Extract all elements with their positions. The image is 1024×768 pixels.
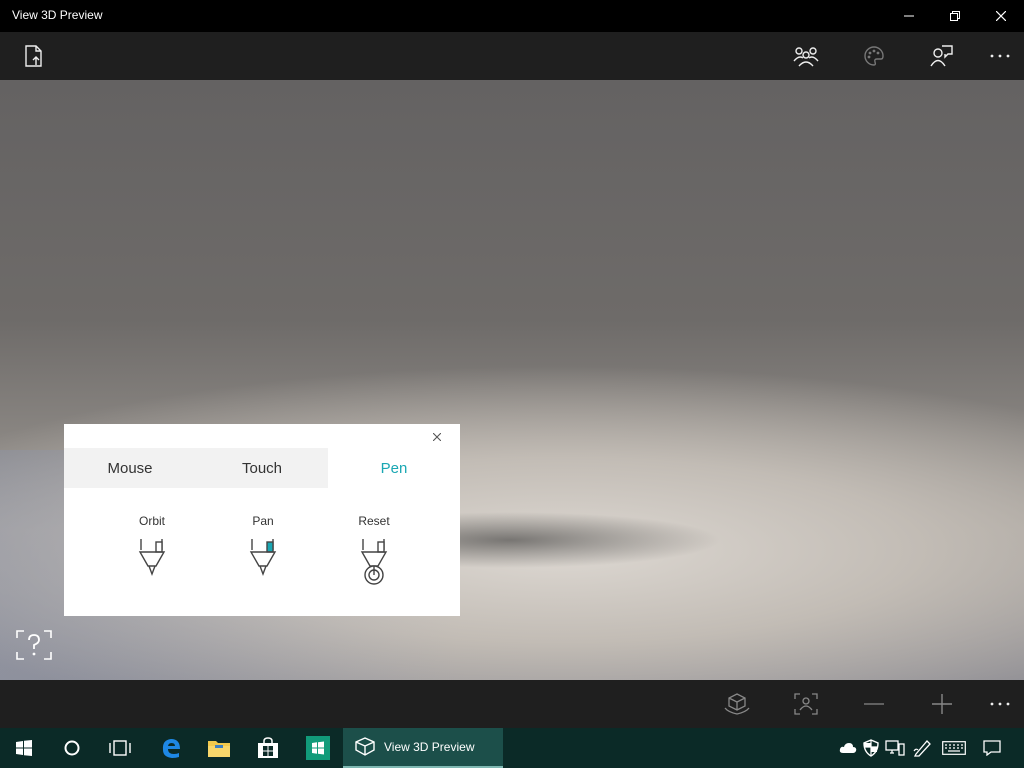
start-button[interactable] <box>0 728 48 768</box>
gesture-orbit: Orbit <box>112 514 192 578</box>
task-view-icon <box>109 740 131 756</box>
window-title: View 3D Preview <box>12 8 103 22</box>
file-explorer-button[interactable] <box>195 728 243 768</box>
bottom-more-button[interactable] <box>976 680 1024 728</box>
help-button[interactable] <box>16 630 52 660</box>
defender-tray[interactable] <box>861 728 881 768</box>
zoom-in-icon <box>932 694 952 714</box>
view3d-icon <box>355 737 375 756</box>
tab-touch[interactable]: Touch <box>196 448 328 488</box>
minimize-icon <box>904 15 914 17</box>
windows-app-button[interactable] <box>294 728 342 768</box>
minimize-button[interactable] <box>886 0 932 32</box>
title-bar: View 3D Preview <box>0 0 1024 32</box>
restore-icon <box>950 11 960 21</box>
focus-button[interactable] <box>782 680 830 728</box>
pen-workspace-tray[interactable] <box>911 728 935 768</box>
zoom-out-icon <box>864 703 884 705</box>
network-tray[interactable] <box>884 728 906 768</box>
tab-pen[interactable]: Pen <box>328 448 460 488</box>
focus-frame-icon <box>794 693 818 715</box>
gesture-pan: Pan <box>223 514 303 578</box>
bottom-toolbar <box>0 680 1024 728</box>
restore-button[interactable] <box>932 0 978 32</box>
close-icon <box>433 433 441 441</box>
close-button[interactable] <box>978 0 1024 32</box>
action-center-icon <box>983 740 1001 756</box>
store-icon <box>258 737 278 758</box>
palette-icon <box>864 46 884 66</box>
feedback-icon <box>930 45 953 67</box>
zoom-in-button[interactable] <box>918 680 966 728</box>
pen-reset-icon <box>360 539 388 585</box>
panel-close-button[interactable] <box>430 430 444 444</box>
pen-orbit-icon <box>138 539 166 576</box>
palette-button[interactable] <box>850 32 898 80</box>
taskbar-app-label: View 3D Preview <box>384 740 475 754</box>
people-icon <box>793 47 819 67</box>
feedback-button[interactable] <box>917 32 965 80</box>
zoom-out-button[interactable] <box>850 680 898 728</box>
tab-mouse[interactable]: Mouse <box>64 448 196 488</box>
onedrive-icon <box>839 743 857 753</box>
windows-start-icon <box>16 740 32 756</box>
app-toolbar <box>0 32 1024 80</box>
file-explorer-icon <box>208 741 230 757</box>
onedrive-tray[interactable] <box>838 728 858 768</box>
gesture-label: Orbit <box>138 514 165 528</box>
keyboard-tray[interactable] <box>940 728 968 768</box>
cortana-button[interactable] <box>48 728 96 768</box>
open-file-icon <box>25 45 42 67</box>
open-file-button[interactable] <box>10 32 58 80</box>
mixed-reality-button[interactable] <box>782 32 830 80</box>
controls-panel: Mouse Touch Pen Orbit Pan Reset <box>64 424 460 616</box>
tab-strip: Mouse Touch Pen <box>64 448 460 488</box>
gesture-label: Reset <box>358 514 390 528</box>
windows-app-icon <box>306 736 330 760</box>
more-options-button[interactable] <box>976 32 1024 80</box>
keyboard-icon <box>942 741 966 755</box>
gesture-reset: Reset <box>334 514 414 586</box>
task-view-button[interactable] <box>96 728 144 768</box>
pen-workspace-icon <box>913 740 931 757</box>
close-icon <box>996 11 1006 21</box>
more-icon <box>990 702 1010 706</box>
mixed-reality-view-button[interactable] <box>713 680 761 728</box>
help-frame-icon <box>16 630 52 660</box>
edge-icon <box>162 739 180 758</box>
network-icon <box>885 740 905 756</box>
taskbar: View 3D Preview <box>0 728 1024 768</box>
edge-button[interactable] <box>147 728 195 768</box>
action-center-tray[interactable] <box>980 728 1004 768</box>
cube-hand-icon <box>724 693 750 715</box>
cortana-icon <box>64 740 80 756</box>
store-button[interactable] <box>244 728 292 768</box>
taskbar-app-view3d[interactable]: View 3D Preview <box>343 728 503 768</box>
pen-pan-icon <box>249 539 277 576</box>
more-icon <box>990 54 1010 58</box>
defender-icon <box>863 739 879 757</box>
gesture-label: Pan <box>252 514 274 528</box>
